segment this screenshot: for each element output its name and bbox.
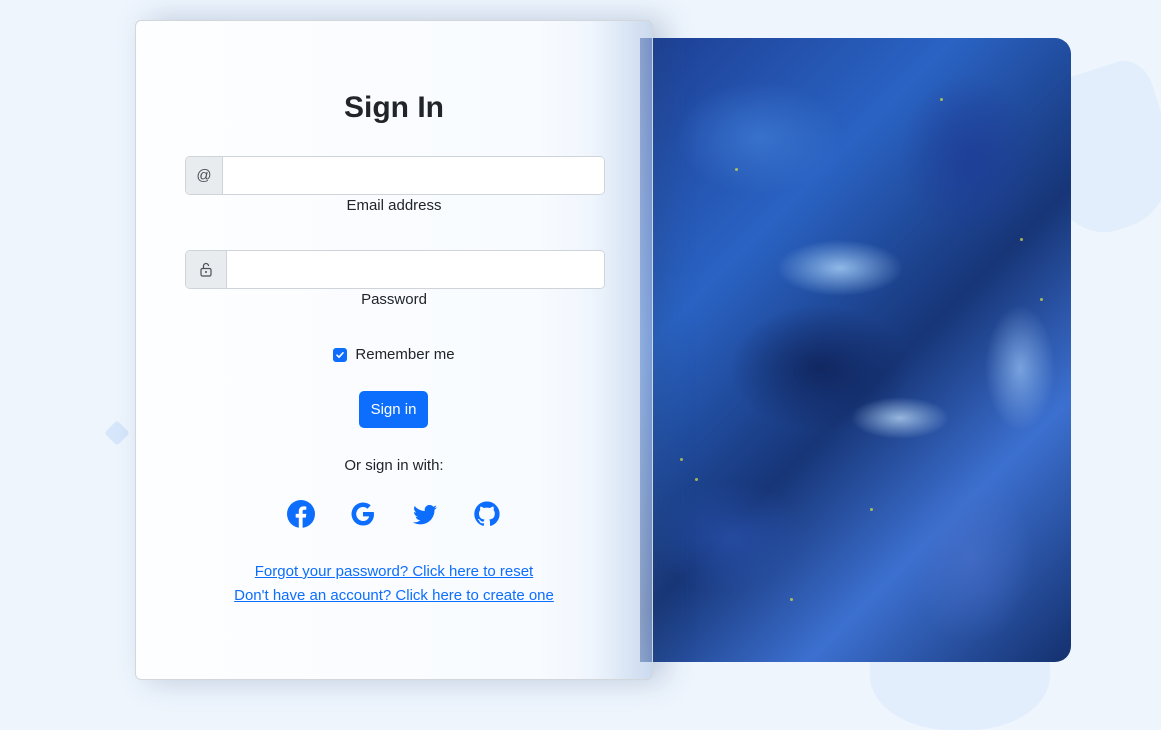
sign-in-card: Sign In @ Email address Password Remembe… (135, 20, 653, 680)
email-label: Email address (346, 197, 442, 214)
background-diamond (104, 420, 130, 446)
remember-me-row: Remember me (136, 346, 652, 363)
password-field[interactable] (227, 251, 604, 288)
at-sign-icon: @ (186, 157, 223, 194)
lock-icon (186, 251, 227, 288)
remember-me-checkbox[interactable] (333, 347, 348, 362)
decorative-abstract-image (640, 38, 1071, 662)
remember-me-label[interactable]: Remember me (355, 346, 454, 363)
facebook-icon[interactable] (286, 499, 316, 529)
password-label: Password (361, 291, 427, 308)
email-input-group: @ (185, 156, 605, 195)
sign-in-button[interactable]: Sign in (359, 391, 428, 428)
password-input-group (185, 250, 605, 289)
page-title: Sign In (344, 91, 444, 124)
email-field[interactable] (223, 157, 604, 194)
social-heading: Or sign in with: (344, 457, 444, 474)
create-account-link[interactable]: Don't have an account? Click here to cre… (136, 587, 652, 604)
twitter-icon[interactable] (410, 499, 440, 529)
forgot-password-link[interactable]: Forgot your password? Click here to rese… (136, 563, 652, 580)
github-icon[interactable] (472, 499, 502, 529)
social-login-row (286, 499, 502, 529)
google-icon[interactable] (348, 499, 378, 529)
